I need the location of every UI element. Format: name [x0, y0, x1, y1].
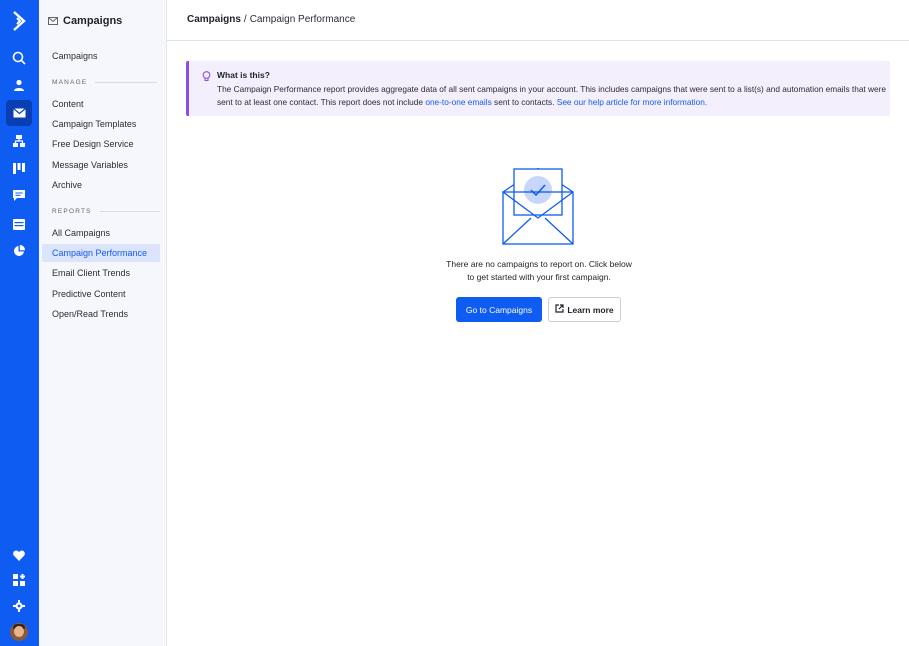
favorites-icon[interactable]	[6, 542, 32, 568]
nav-item-email-client-trends[interactable]: Email Client Trends	[42, 264, 160, 282]
contacts-icon[interactable]	[6, 72, 32, 98]
nav-item-open-read-trends[interactable]: Open/Read Trends	[42, 305, 160, 323]
info-text-part-2: sent to contacts.	[491, 97, 557, 107]
manage-section-header: MANAGE	[52, 79, 158, 86]
breadcrumb: Campaigns / Campaign Performance	[187, 14, 355, 25]
envelope-check-illustration	[501, 167, 575, 251]
help-article-link[interactable]: See our help article for more informatio…	[557, 97, 707, 107]
info-description: The Campaign Performance report provides…	[217, 83, 887, 109]
subnav-title: Campaigns	[63, 15, 123, 27]
automations-icon[interactable]	[6, 128, 32, 154]
nav-item-predictive-content[interactable]: Predictive Content	[42, 285, 160, 303]
nav-item-campaign-templates[interactable]: Campaign Templates	[42, 115, 160, 133]
deals-icon[interactable]	[6, 155, 32, 181]
website-icon[interactable]	[6, 211, 32, 237]
go-to-campaigns-button[interactable]: Go to Campaigns	[456, 297, 542, 322]
nav-item-all-campaigns[interactable]: All Campaigns	[42, 224, 160, 242]
breadcrumb-separator: /	[243, 14, 247, 25]
campaigns-icon[interactable]	[6, 100, 32, 126]
nav-item-campaigns[interactable]: Campaigns	[42, 47, 160, 65]
conversations-icon[interactable]	[6, 183, 32, 209]
learn-more-label: Learn more	[567, 304, 614, 315]
settings-icon[interactable]	[6, 593, 32, 619]
empty-state-line-2: to get started with your first campaign.	[467, 272, 611, 282]
logo-icon[interactable]	[6, 8, 32, 34]
info-title: What is this?	[217, 70, 270, 80]
breadcrumb-parent[interactable]: Campaigns	[187, 14, 241, 25]
manage-section-label: MANAGE	[52, 79, 88, 86]
search-icon[interactable]	[6, 45, 32, 71]
campaigns-subnav: Campaigns Campaigns MANAGE Content Campa…	[39, 0, 167, 646]
envelope-icon	[48, 12, 58, 30]
icon-rail	[0, 0, 39, 646]
info-callout: What is this? The Campaign Performance r…	[186, 61, 890, 116]
nav-item-message-variables[interactable]: Message Variables	[42, 156, 160, 174]
breadcrumb-current: Campaign Performance	[249, 14, 356, 25]
learn-more-button[interactable]: Learn more	[548, 297, 621, 322]
nav-item-content[interactable]: Content	[42, 95, 160, 113]
apps-icon[interactable]	[6, 567, 32, 593]
lightbulb-icon	[202, 69, 211, 87]
empty-state-line-1: There are no campaigns to report on. Cli…	[446, 259, 632, 269]
user-avatar[interactable]	[10, 623, 28, 641]
reports-icon[interactable]	[6, 238, 32, 264]
nav-item-campaign-performance[interactable]: Campaign Performance	[42, 244, 160, 262]
subnav-header: Campaigns	[48, 12, 122, 30]
external-link-icon	[555, 304, 564, 315]
nav-item-archive[interactable]: Archive	[42, 176, 160, 194]
reports-section-label: REPORTS	[52, 208, 92, 215]
nav-item-free-design-service[interactable]: Free Design Service	[42, 135, 160, 153]
page-header: Campaigns / Campaign Performance	[167, 0, 909, 41]
empty-state-message: There are no campaigns to report on. Cli…	[427, 258, 651, 284]
one-to-one-emails-link[interactable]: one-to-one emails	[425, 97, 491, 107]
reports-section-header: REPORTS	[52, 208, 160, 215]
